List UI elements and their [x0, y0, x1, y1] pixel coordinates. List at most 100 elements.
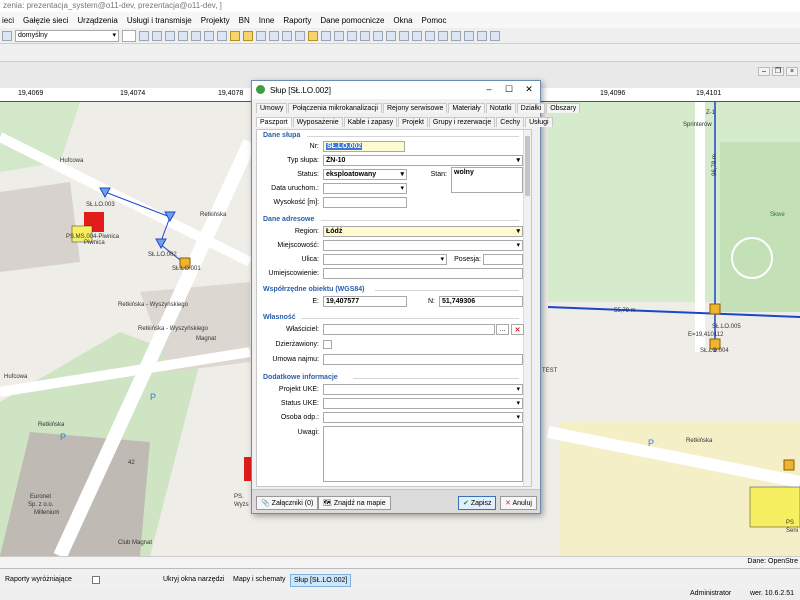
reports-dropdown[interactable]: Raporty wyróżniające: [2, 574, 75, 585]
menu-item-raporty[interactable]: Raporty: [283, 16, 311, 25]
attachments-button[interactable]: 📎 Załączniki (0): [256, 496, 319, 510]
tab-grupy[interactable]: Grupy i rezerwacje: [428, 117, 496, 127]
tab-kable[interactable]: Kable i zapasy: [343, 117, 398, 127]
text-icon[interactable]: [464, 30, 474, 41]
town-select[interactable]: [323, 240, 523, 251]
close-icon[interactable]: ×: [786, 67, 798, 76]
find-on-map-button[interactable]: 🗺 Znajdź na mapie: [318, 496, 391, 510]
pole-window-tab[interactable]: Słup [SŁ.LO.002]: [290, 574, 352, 587]
menu-item-bn[interactable]: BN: [239, 16, 250, 25]
maximize-icon[interactable]: ☐: [502, 84, 516, 95]
n-coordinate-field[interactable]: 51,749306: [439, 296, 523, 307]
move-icon[interactable]: [386, 30, 396, 41]
tab-projekt[interactable]: Projekt: [398, 117, 428, 127]
height-field[interactable]: [323, 197, 407, 208]
tab-polaczenia[interactable]: Połączenia mikrokanalizacji: [288, 103, 382, 113]
snap-icon[interactable]: [438, 30, 448, 41]
pan-icon[interactable]: [217, 30, 227, 41]
region-select[interactable]: Łódź: [323, 226, 523, 237]
merge-icon[interactable]: [373, 30, 383, 41]
uke-project-select[interactable]: [323, 384, 523, 395]
reports-checkbox[interactable]: [92, 576, 100, 584]
browse-button[interactable]: …: [496, 324, 509, 335]
export-icon[interactable]: [490, 30, 500, 41]
street-label: Ulica:: [301, 256, 319, 263]
delete-icon[interactable]: [425, 30, 435, 41]
line-icon[interactable]: [152, 30, 162, 41]
tab-notatki[interactable]: Notatki: [485, 103, 516, 113]
state-field[interactable]: wolny: [451, 167, 523, 193]
tab-umowy[interactable]: Umowy: [256, 103, 288, 113]
menu-item-galezie[interactable]: Gałęzie sieci: [23, 16, 68, 25]
menu-item-uslugi[interactable]: Usługi i transmisje: [127, 16, 192, 25]
ruler-tick: 19,4069: [18, 90, 44, 97]
uke-project-label: Projekt UKE:: [278, 386, 319, 393]
maps-tab[interactable]: Mapy i schematy: [230, 574, 289, 585]
plot-field[interactable]: [483, 254, 523, 265]
tab-dzialki[interactable]: Działki: [516, 103, 546, 113]
info-icon[interactable]: [308, 30, 318, 41]
minimize-icon[interactable]: ‒: [482, 84, 496, 94]
lease-checkbox[interactable]: [323, 340, 332, 349]
map-label: Z-1: [706, 110, 715, 116]
responsible-select[interactable]: [323, 412, 523, 423]
menu-item-urzadzenia[interactable]: Urządzenia: [77, 16, 117, 25]
minimize-icon[interactable]: ‒: [758, 67, 770, 76]
tab-wyposazenie[interactable]: Wyposażenie: [292, 117, 343, 127]
save-button[interactable]: ✔ Zapisz: [458, 496, 497, 510]
link-icon[interactable]: [347, 30, 357, 41]
type-select[interactable]: ŻN-10: [323, 155, 523, 166]
node-label: Wyżs: [234, 502, 249, 508]
tab-materialy[interactable]: Materiały: [448, 103, 485, 113]
search-icon[interactable]: [2, 30, 12, 41]
zoom-window-icon[interactable]: [256, 30, 266, 41]
tab-rejony[interactable]: Rejony serwisowe: [382, 103, 448, 113]
lease-no-field[interactable]: [323, 354, 523, 365]
cancel-button[interactable]: ✕ Anuluj: [500, 496, 537, 510]
node-icon[interactable]: [334, 30, 344, 41]
tab-uslugi[interactable]: Usługi: [525, 117, 553, 127]
chart-icon[interactable]: [477, 30, 487, 41]
zoom-in-icon[interactable]: [230, 30, 240, 41]
close-icon[interactable]: ✕: [522, 84, 536, 95]
tab-cechy[interactable]: Cechy: [496, 117, 525, 127]
style-select[interactable]: domyślny: [15, 29, 119, 42]
distance-label: 96,78 m: [711, 154, 718, 176]
tab-paszport[interactable]: Paszport: [256, 117, 292, 127]
start-date-picker[interactable]: [323, 183, 407, 194]
route-icon[interactable]: [321, 30, 331, 41]
grid-icon[interactable]: [165, 30, 175, 41]
menu-item-okna[interactable]: Okna: [393, 16, 412, 25]
hide-tools-button[interactable]: Ukryj okna narzędzi: [160, 574, 227, 585]
zoom-extent-icon[interactable]: [269, 30, 279, 41]
menu-item-projekty[interactable]: Projekty: [201, 16, 230, 25]
place-field[interactable]: [323, 268, 523, 279]
menu-item-pomoc[interactable]: Pomoc: [422, 16, 447, 25]
measure-icon[interactable]: [282, 30, 292, 41]
label-icon[interactable]: [451, 30, 461, 41]
nr-field[interactable]: SŁ.LO.002: [323, 141, 405, 152]
style-extra-select[interactable]: [122, 29, 136, 42]
menu-item-inne[interactable]: Inne: [259, 16, 275, 25]
rotate-icon[interactable]: [399, 30, 409, 41]
distance-label: 55,79 m: [614, 308, 636, 314]
scrollbar[interactable]: [523, 130, 531, 486]
notes-textarea[interactable]: [323, 426, 523, 482]
menu-item-dane-pomocnicze[interactable]: Dane pomocnicze: [320, 16, 384, 25]
split-icon[interactable]: [360, 30, 370, 41]
pencil-icon[interactable]: [139, 30, 149, 41]
clear-icon[interactable]: ✕: [511, 324, 524, 335]
table-icon[interactable]: [191, 30, 201, 41]
tab-obszary[interactable]: Obszary: [546, 103, 581, 113]
restore-icon[interactable]: ❐: [772, 67, 784, 76]
zoom-out-icon[interactable]: [243, 30, 253, 41]
menu-item-sieci[interactable]: ieci: [2, 16, 14, 25]
uke-status-select[interactable]: [323, 398, 523, 409]
layers-icon[interactable]: [178, 30, 188, 41]
select-icon[interactable]: [204, 30, 214, 41]
node-label: Piwnica: [84, 240, 105, 246]
print-icon[interactable]: [295, 30, 305, 41]
copy-icon[interactable]: [412, 30, 422, 41]
section-dane-slupa: Dane słupa: [263, 132, 301, 139]
owner-field[interactable]: [323, 324, 495, 335]
